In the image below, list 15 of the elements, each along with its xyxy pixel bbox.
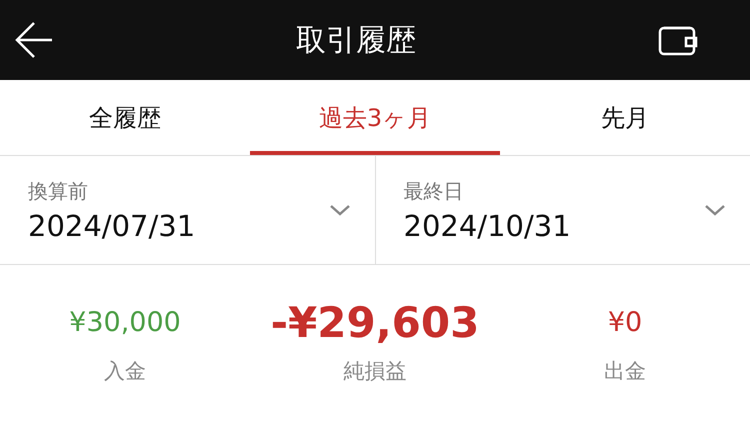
amount: ¥30,000 bbox=[69, 306, 181, 340]
back-arrow-icon bbox=[14, 20, 54, 60]
date-label: 換算前 bbox=[28, 178, 89, 204]
date-value: 2024/07/31 bbox=[28, 208, 196, 242]
amount: ¥0 bbox=[608, 306, 642, 340]
window-title: 取引履歴 bbox=[296, 22, 416, 60]
chevron-down-icon bbox=[328, 204, 350, 216]
amount-label: 入金 bbox=[104, 358, 146, 385]
back-button[interactable] bbox=[14, 20, 54, 60]
amount: -¥29,603 bbox=[270, 296, 480, 348]
date-label: 最終日 bbox=[404, 178, 464, 204]
amount-label: 出金 bbox=[604, 358, 646, 385]
chevron-down-icon bbox=[704, 204, 726, 216]
date-value: 2024/10/31 bbox=[404, 208, 571, 242]
amount-label: 純損益 bbox=[344, 358, 406, 385]
